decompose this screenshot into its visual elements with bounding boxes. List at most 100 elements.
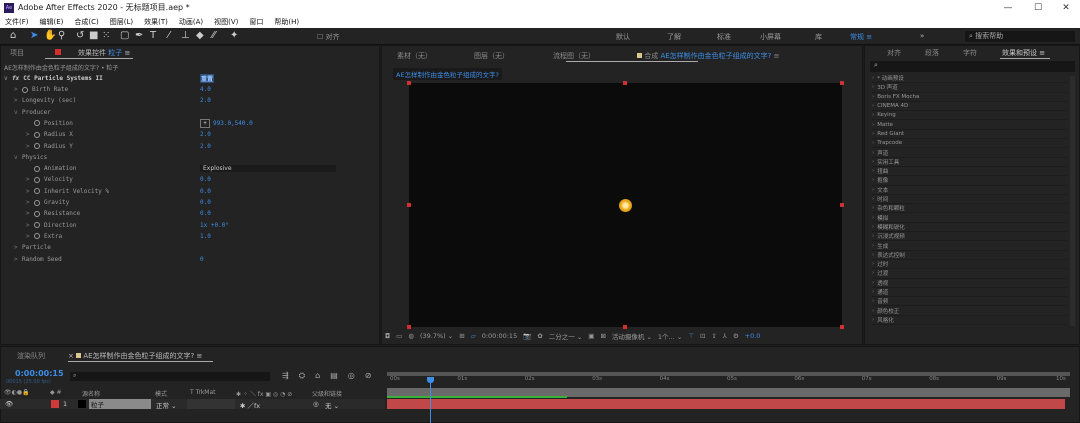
tab-composition[interactable]: 合成 AE怎样制作由金色粒子组成的文字? ≡ xyxy=(637,51,780,61)
menu-window[interactable]: 窗口 xyxy=(249,17,263,27)
tab-footage[interactable]: 素材（无） xyxy=(397,51,432,61)
property-value[interactable]: 2.0 xyxy=(200,97,211,104)
position-crosshair-icon[interactable]: + xyxy=(200,118,210,128)
expand-arrow-icon[interactable]: > xyxy=(26,143,34,150)
layer-name[interactable]: 粒子 xyxy=(89,399,151,409)
effect-category-item[interactable]: › 过渡 xyxy=(872,269,1067,279)
expand-arrow-icon[interactable]: > xyxy=(26,199,34,206)
property-row[interactable]: > Resistance 0.0 xyxy=(26,208,396,219)
stopwatch-icon[interactable] xyxy=(34,233,40,240)
transparency-grid-icon[interactable]: ▱ xyxy=(471,332,476,340)
effect-category-item[interactable]: › 文本 xyxy=(872,186,1067,195)
stopwatch-icon[interactable] xyxy=(34,143,40,149)
tab-effect-controls[interactable]: 效果控件 粒子 ≡ xyxy=(78,48,130,58)
layer-label-color[interactable] xyxy=(51,400,59,408)
property-value[interactable]: 0.0 xyxy=(200,210,211,217)
property-row[interactable]: Position +993.0,540.0 xyxy=(26,118,396,129)
current-time[interactable]: 0:00:00:15 xyxy=(482,332,518,340)
expand-arrow-icon[interactable]: > xyxy=(14,244,22,251)
roto-brush-icon[interactable]: ⁄⁄ xyxy=(212,30,215,41)
menu-composition[interactable]: 合成(C) xyxy=(74,17,98,27)
property-value[interactable]: 2.0 xyxy=(200,143,211,150)
motion-blur-icon[interactable]: ◎ xyxy=(348,371,355,381)
puppet-tool-icon[interactable]: ✦ xyxy=(230,30,238,41)
tab-character[interactable]: 字符 xyxy=(963,48,977,58)
effect-header[interactable]: v fx CC Particle Systems II 重置 xyxy=(4,73,374,84)
tab-align[interactable]: 对齐 xyxy=(887,48,901,58)
fast-preview-icon[interactable]: ⊤ xyxy=(688,332,694,340)
menu-help[interactable]: 帮助(H) xyxy=(274,17,299,27)
property-row[interactable]: > Birth Rate 4.0 xyxy=(14,84,384,95)
effects-list-scrollbar[interactable] xyxy=(1070,76,1075,326)
effect-category-item[interactable]: › 杂色和颗粒 xyxy=(872,204,1067,214)
expand-arrow-icon[interactable]: > xyxy=(26,210,34,217)
effect-category-item[interactable]: › 模拟 xyxy=(872,214,1067,223)
stopwatch-icon[interactable] xyxy=(34,176,40,183)
property-value[interactable]: 4.0 xyxy=(200,86,211,93)
property-value[interactable]: 0 xyxy=(200,256,204,263)
effect-category-item[interactable]: › 风格化 xyxy=(872,316,1067,326)
current-time-indicator[interactable] xyxy=(427,377,435,423)
stopwatch-icon[interactable] xyxy=(34,210,40,217)
property-row[interactable]: > Radius X 2.0 xyxy=(26,129,396,140)
expand-arrow-icon[interactable]: v xyxy=(14,154,22,161)
color-channel-icon[interactable]: ✿ xyxy=(537,332,542,340)
tab-project[interactable]: 项目 xyxy=(10,48,24,58)
pickwhip-icon[interactable]: ◎ xyxy=(313,400,319,408)
layer-bounds-handle[interactable] xyxy=(840,203,844,207)
tab-timeline-comp[interactable]: × AE怎样制作由金色粒子组成的文字? ≡ xyxy=(68,351,202,361)
property-value[interactable]: 2.0 xyxy=(200,131,211,138)
stopwatch-icon[interactable] xyxy=(34,120,40,127)
menu-edit[interactable]: 编辑(E) xyxy=(40,17,64,27)
stopwatch-icon[interactable] xyxy=(34,199,40,206)
rotate-tool-icon[interactable]: ↺ xyxy=(76,30,84,41)
maximize-button[interactable]: ☐ xyxy=(1025,0,1051,15)
workspace-small-screen[interactable]: 小屏幕 xyxy=(760,32,781,42)
layer-bounds-handle[interactable] xyxy=(840,81,844,85)
effect-category-item[interactable]: › 模糊和锐化 xyxy=(872,223,1067,233)
region-of-interest-icon[interactable]: ▣ xyxy=(588,332,594,340)
effect-category-item[interactable]: › Trapcode xyxy=(872,139,1067,149)
close-button[interactable]: ✕ xyxy=(1053,0,1079,15)
draft-3d-icon[interactable]: ⛭ xyxy=(299,371,305,381)
effect-reset-button[interactable]: 重置 xyxy=(200,74,215,83)
effect-category-item[interactable]: › CINEMA 4D xyxy=(872,102,1067,112)
expand-arrow-icon[interactable]: > xyxy=(14,86,22,93)
zoom-dropdown[interactable]: (39.7%) ⌄ xyxy=(420,332,453,340)
menu-effect[interactable]: 效果(T) xyxy=(144,17,168,27)
property-row[interactable]: v Physics xyxy=(14,152,384,163)
graph-editor-icon[interactable]: ⊘ xyxy=(365,371,372,381)
layer-bounds-handle[interactable] xyxy=(623,325,627,329)
property-row[interactable]: v Producer xyxy=(14,107,384,118)
layer-mode-dropdown[interactable]: 正常 ⌄ xyxy=(156,400,177,410)
brush-tool-icon[interactable]: ⁄ xyxy=(168,30,170,41)
expand-arrow-icon[interactable]: > xyxy=(26,233,34,240)
text-tool-icon[interactable]: T xyxy=(150,30,156,41)
property-row[interactable]: > Longevity (sec) 2.0 xyxy=(14,95,384,106)
snapshot-icon[interactable]: 📷 xyxy=(523,332,531,340)
stopwatch-icon[interactable] xyxy=(34,188,40,195)
property-row[interactable]: > Radius Y 2.0 xyxy=(26,141,396,152)
layer-fx-switches[interactable]: ✱ ／fx xyxy=(240,400,260,410)
tab-render-queue[interactable]: 渲染队列 xyxy=(17,351,45,361)
camera-dropdown[interactable]: 活动摄像机 ⌄ xyxy=(612,331,652,341)
col-trkmat[interactable]: T TrkMat xyxy=(190,389,216,396)
effect-category-item[interactable]: › 声道 xyxy=(872,148,1067,158)
layer-bounds-handle[interactable] xyxy=(407,81,411,85)
timeline-search-input[interactable]: ⌕ xyxy=(70,372,270,381)
tab-flowchart[interactable]: 流程图（无） xyxy=(553,51,595,61)
effect-category-item[interactable]: › 通道 xyxy=(872,288,1067,298)
workspace-active[interactable]: 常规 ≡ xyxy=(850,32,872,42)
workspace-library[interactable]: 库 xyxy=(815,32,822,42)
pan-behind-tool-icon[interactable]: ⁙ xyxy=(102,30,110,41)
property-row[interactable]: > Inherit Velocity % 0.0 xyxy=(26,186,396,197)
col-mode[interactable]: 模式 xyxy=(155,389,167,398)
layer-bounds-handle[interactable] xyxy=(407,325,411,329)
visibility-icon[interactable]: 👁 xyxy=(5,400,13,408)
minimize-button[interactable]: — xyxy=(995,0,1021,15)
expand-arrow-icon[interactable]: > xyxy=(14,256,22,263)
property-row[interactable]: > Extra 1.0 xyxy=(26,231,396,242)
property-value[interactable]: 0.0 xyxy=(200,188,211,195)
menu-layer[interactable]: 图层(L) xyxy=(110,17,133,27)
share-icon[interactable]: ⇪ xyxy=(711,332,716,340)
